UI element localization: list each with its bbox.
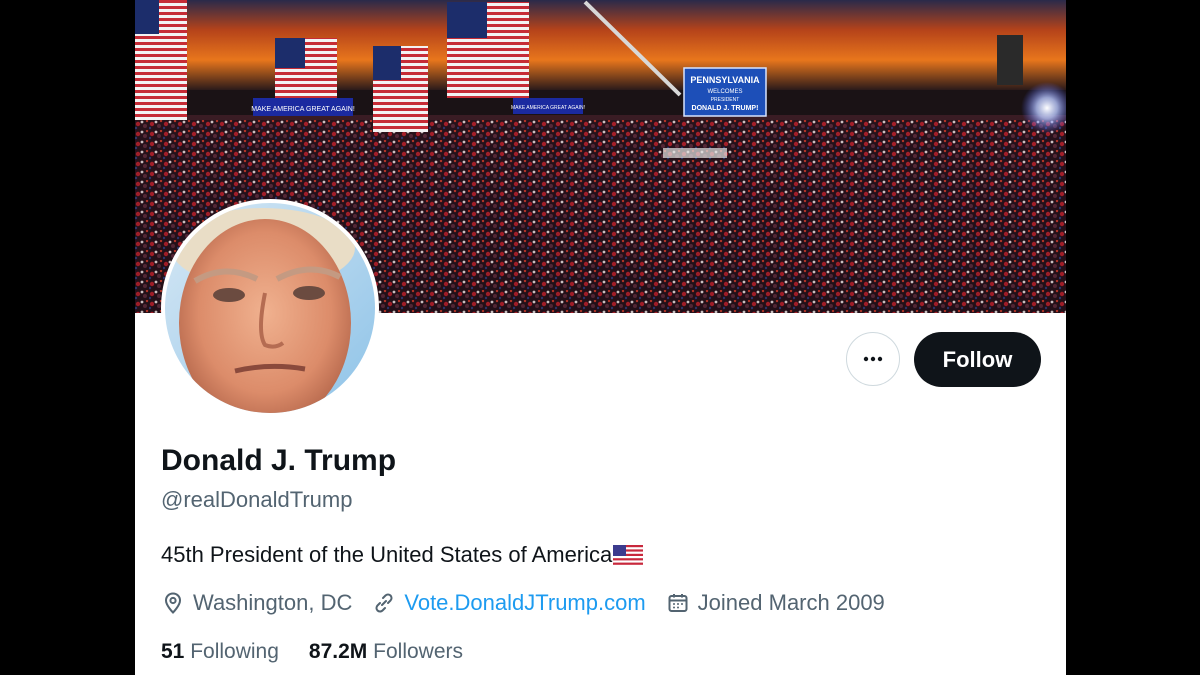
follow-button[interactable]: Follow	[914, 332, 1041, 387]
followers-link[interactable]: 87.2M Followers	[309, 640, 463, 664]
profile-stats: 51 Following 87.2M Followers	[161, 640, 493, 664]
calendar-icon	[668, 594, 688, 612]
joined-item: Joined March 2009	[666, 590, 885, 616]
following-count: 51	[161, 640, 185, 663]
screen-line-3: PRESIDENT	[711, 97, 740, 103]
screen-line-1: PENNSYLVANIA	[690, 75, 760, 85]
followers-label: Followers	[373, 640, 463, 663]
followers-count: 87.2M	[308, 640, 368, 663]
more-horizontal-icon	[863, 356, 883, 362]
banner-sign-2: MAKE AMERICA GREAT AGAIN!	[511, 105, 585, 111]
link-icon	[375, 593, 393, 613]
profile-name: Donald J. Trump	[161, 444, 397, 477]
profile-bio: 45th President of the United States of A…	[161, 542, 644, 568]
location-text: Washington, DC	[193, 590, 353, 615]
more-options-button[interactable]	[846, 332, 900, 386]
avatar-image	[165, 203, 375, 413]
bio-text: 45th President of the United States of A…	[161, 542, 613, 567]
avatar[interactable]	[161, 199, 379, 417]
profile-handle: @realDonaldTrump	[161, 487, 353, 512]
website-link[interactable]: Vote.DonaldJTrump.com	[404, 590, 645, 616]
location-pin-icon	[164, 592, 182, 614]
profile-meta: Washington, DC Vote.DonaldJTrump.com Joi…	[161, 590, 905, 616]
banner-sign-1: MAKE AMERICA GREAT AGAIN!	[251, 106, 355, 113]
screen-line-2: WELCOMES	[707, 89, 742, 95]
following-label: Following	[190, 640, 279, 663]
following-link[interactable]: 51 Following	[161, 640, 279, 664]
joined-text: Joined March 2009	[697, 590, 885, 615]
location-item: Washington, DC	[161, 590, 352, 616]
website-item[interactable]: Vote.DonaldJTrump.com	[372, 590, 646, 616]
profile-frame: MAKE AMERICA GREAT AGAIN! MAKE AMERICA G…	[135, 0, 1066, 675]
screen-line-4: DONALD J. TRUMP!	[692, 105, 759, 112]
us-flag-icon	[613, 545, 644, 565]
